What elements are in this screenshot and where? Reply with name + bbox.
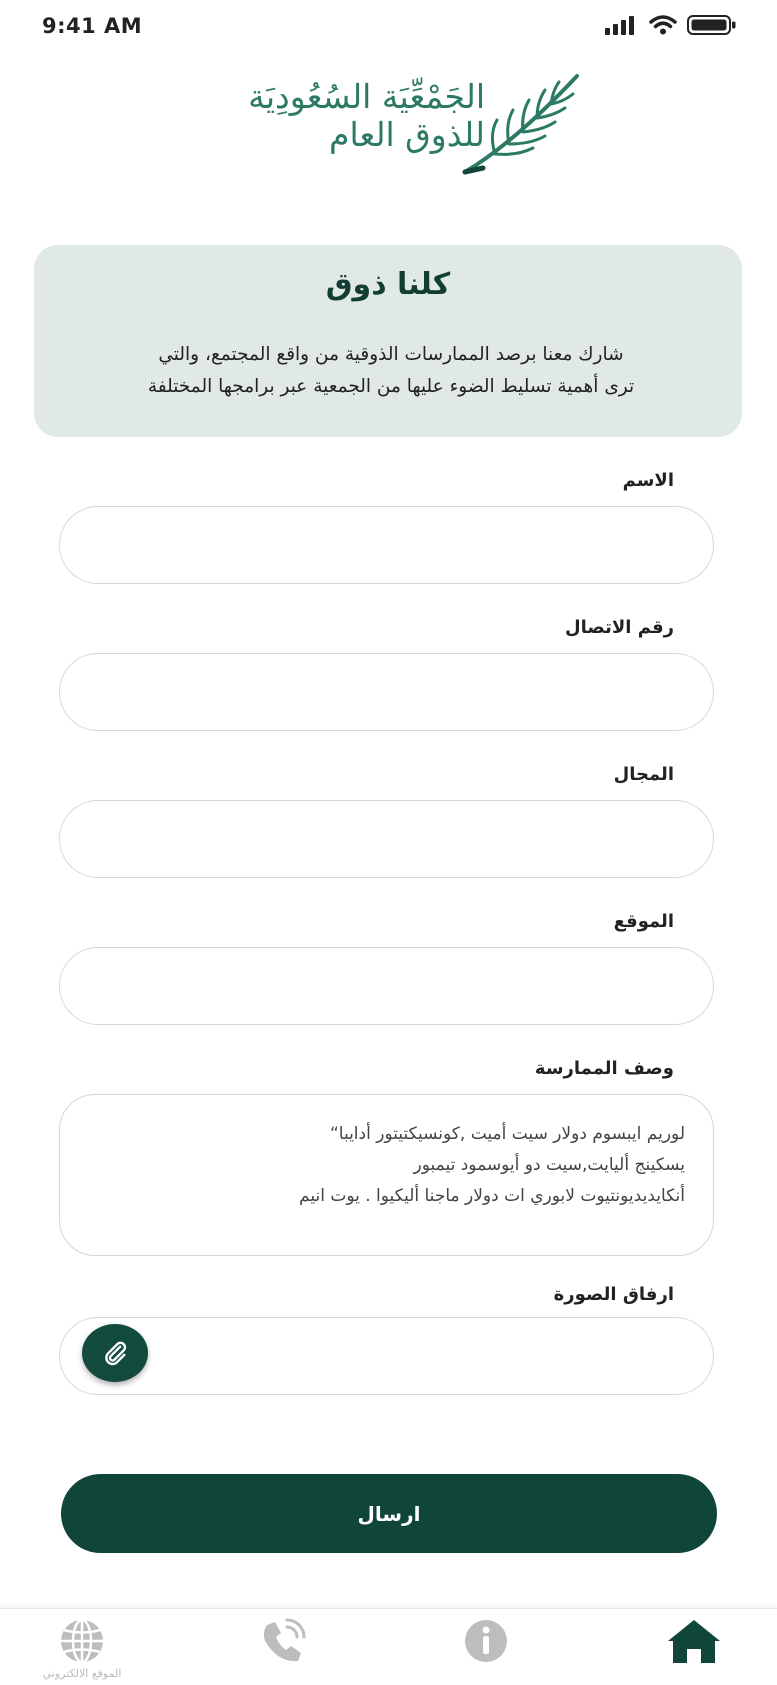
intro-line-1: شارك معنا برصد الممارسات الذوقية من واقع… (158, 344, 624, 365)
description-label: وصف الممارسة (534, 1058, 674, 1079)
description-line-2: يسكينج أليايت,سيت دو أيوسمود تيمبور (413, 1155, 686, 1175)
battery-icon (687, 15, 736, 35)
signal-icon (605, 16, 634, 35)
submit-button[interactable]: ارسال (61, 1474, 717, 1553)
paperclip-icon (105, 1341, 127, 1366)
status-icons (605, 14, 737, 36)
bottom-tab-bar: الموقع الالكتروني (0, 1608, 777, 1685)
image-attach-field[interactable] (59, 1317, 714, 1395)
attach-image-button[interactable] (82, 1324, 148, 1382)
phone-icon (263, 1618, 306, 1662)
status-time: 9:41 AM (42, 14, 143, 38)
association-logo: الجَمْعِّيَة السُعُودِيَة للذوق العام (195, 72, 585, 182)
field-label: المجال (613, 764, 674, 785)
tab-about[interactable] (426, 1617, 546, 1685)
location-label: الموقع (613, 911, 674, 932)
phone-field[interactable] (59, 653, 714, 731)
status-bar: 9:41 AM (0, 0, 777, 56)
location-field[interactable] (59, 947, 714, 1025)
intro-title: كلنا ذوق (325, 267, 451, 302)
description-line-3: أنكايديديونتيوت لابوري ات دولار ماجنا أل… (299, 1186, 685, 1206)
logo-line-2: للذوق العام (329, 115, 485, 154)
image-label: ارفاق الصورة (553, 1284, 674, 1305)
tab-website[interactable]: الموقع الالكتروني (22, 1617, 142, 1685)
tab-website-label: الموقع الالكتروني (42, 1667, 122, 1680)
phone-label: رقم الاتصال (565, 617, 674, 638)
tab-home[interactable] (634, 1617, 754, 1685)
logo-text: الجَمْعِّيَة السُعُودِيَة للذوق العام (248, 78, 485, 154)
tab-contact[interactable] (222, 1617, 342, 1685)
description-textarea[interactable]: لوريم ايبسوم دولار سيت أميت ,كونسيكتيتور… (59, 1094, 714, 1256)
wifi-icon (649, 15, 677, 35)
name-field[interactable] (59, 506, 714, 584)
intro-description: شارك معنا برصد الممارسات الذوقية من واقع… (64, 339, 718, 403)
description-line-1: لوريم ايبسوم دولار سيت أميت ,كونسيكتيتور… (329, 1124, 685, 1144)
intro-line-2: ترى أهمية تسليط الضوء عليها من الجمعية ع… (147, 376, 635, 397)
info-icon (465, 1620, 507, 1662)
intro-card: كلنا ذوق شارك معنا برصد الممارسات الذوقي… (34, 245, 742, 437)
home-icon (668, 1620, 720, 1663)
globe-icon (61, 1618, 103, 1664)
name-label: الاسم (622, 470, 674, 491)
palm-leaf-icon (462, 74, 579, 175)
logo-line-1: الجَمْعِّيَة السُعُودِيَة (248, 77, 485, 116)
field-input[interactable] (59, 800, 714, 878)
